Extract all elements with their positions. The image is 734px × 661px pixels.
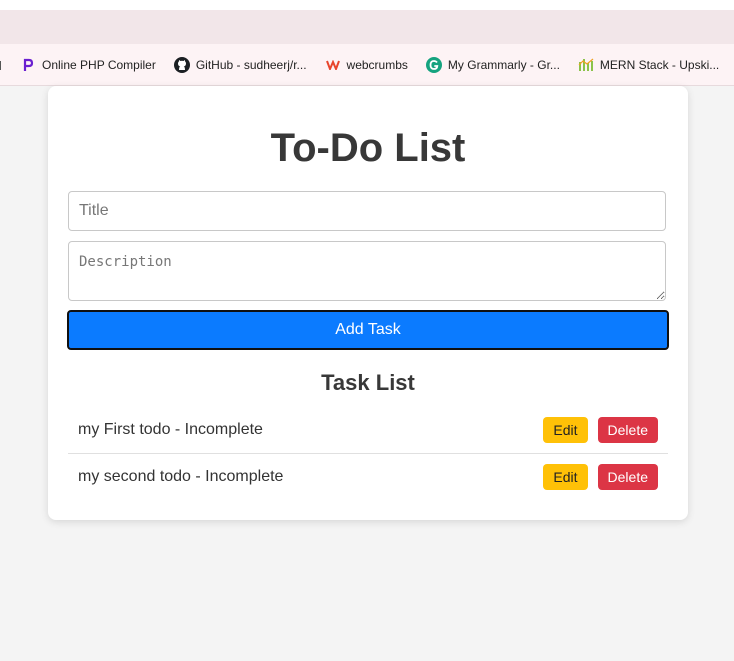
webcrumbs-icon <box>325 57 341 73</box>
bookmark-online-php-compiler[interactable]: Online PHP Compiler <box>20 53 156 77</box>
php-compiler-icon <box>20 57 36 73</box>
github-icon <box>173 56 190 73</box>
browser-tab-strip <box>0 10 734 44</box>
description-input[interactable] <box>68 241 666 301</box>
delete-button[interactable]: Delete <box>597 464 658 490</box>
bookmark-mern-stack[interactable]: MERN Stack - Upski... <box>578 53 719 77</box>
bookmark-webcrumbs[interactable]: webcrumbs <box>325 53 408 77</box>
task-item: my second todo - Incomplete Edit Delete <box>68 453 668 500</box>
page-title: To-Do List <box>270 126 466 170</box>
bookmark-github[interactable]: GitHub - sudheerj/r... <box>173 53 307 77</box>
bookmark-label: GitHub - sudheerj/r... <box>195 57 307 72</box>
edit-button[interactable]: Edit <box>543 464 588 490</box>
bookmark-partial[interactable] <box>0 53 4 77</box>
task-list-title: Task List <box>321 370 415 395</box>
delete-button[interactable]: Delete <box>597 417 658 443</box>
task-list: my First todo - Incomplete Edit Delete m… <box>68 407 668 500</box>
bookmark-partial-icon <box>0 60 1 70</box>
task-item: my First todo - Incomplete Edit Delete <box>68 407 668 453</box>
bookmarks-bar: Online PHP Compiler GitHub - sudheerj/r.… <box>0 44 734 86</box>
task-actions: Edit Delete <box>543 417 658 443</box>
task-text: my First todo - Incomplete <box>78 421 263 438</box>
bookmark-grammarly[interactable]: My Grammarly - Gr... <box>425 53 560 77</box>
add-task-button[interactable]: Add Task <box>67 310 669 350</box>
bookmark-label: My Grammarly - Gr... <box>447 57 560 72</box>
bookmark-label: MERN Stack - Upski... <box>599 57 720 72</box>
edit-button[interactable]: Edit <box>543 417 588 443</box>
bookmark-label: Online PHP Compiler <box>42 57 156 72</box>
bookmark-label: webcrumbs <box>346 57 408 72</box>
browser-top-edge <box>0 0 734 10</box>
task-text: my second todo - Incomplete <box>78 468 284 485</box>
grammarly-icon <box>425 56 442 73</box>
mern-icon <box>578 57 594 73</box>
todo-card: To-Do List Add Task Task List my First t… <box>48 86 688 520</box>
task-actions: Edit Delete <box>543 464 658 490</box>
title-input[interactable] <box>68 191 666 231</box>
